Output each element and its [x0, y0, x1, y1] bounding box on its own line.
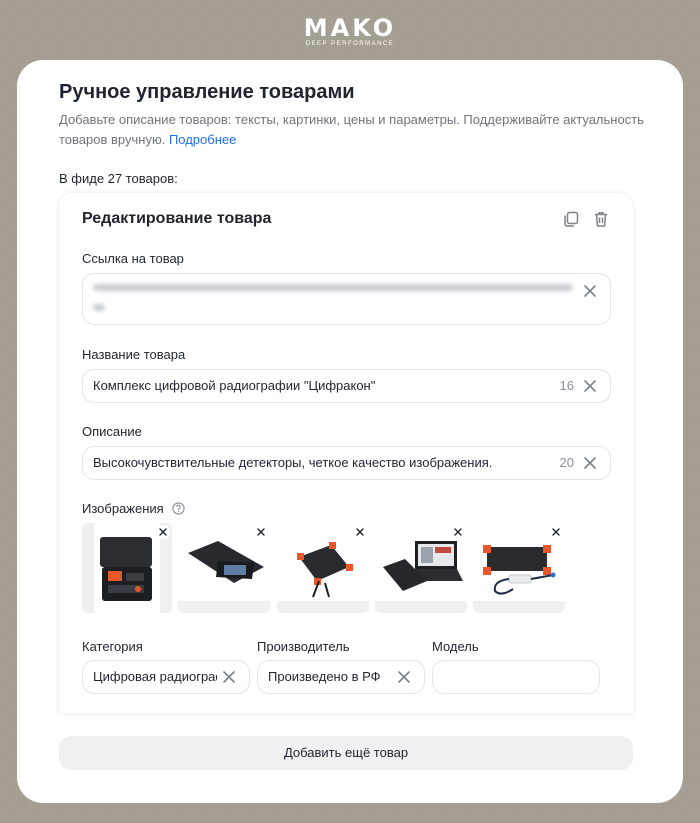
logo-tagline: DEEP PERFORMANCE — [305, 41, 395, 47]
name-value: Комплекс цифровой радиографии "Цифракон" — [93, 378, 376, 393]
clear-icon[interactable] — [221, 669, 237, 685]
image-thumbnail[interactable] — [277, 523, 369, 613]
name-label: Название товара — [82, 347, 186, 362]
page-subtitle: Добавьте описание товаров: тексты, карти… — [59, 110, 649, 150]
subtitle-text: Добавьте описание товаров: тексты, карти… — [59, 112, 644, 147]
clear-icon[interactable] — [582, 455, 598, 471]
clear-icon[interactable] — [396, 669, 412, 685]
manual-products-modal: Ручное управление товарами Добавьте опис… — [17, 60, 683, 803]
page-title: Ручное управление товарами — [59, 81, 355, 103]
name-field[interactable]: Комплекс цифровой радиографии "Цифракон"… — [82, 369, 611, 403]
category-label: Категория — [82, 639, 143, 654]
product-edit-card: Редактирование товара Ссылка на товар На… — [59, 193, 633, 713]
logo: MAKO DEEP PERFORMANCE — [0, 16, 700, 47]
card-actions — [561, 209, 611, 229]
category-field[interactable]: Цифровая радиография — [82, 660, 250, 694]
image-gallery — [82, 523, 602, 615]
maker-value: Произведено в РФ — [268, 669, 381, 684]
more-link[interactable]: Подробнее — [169, 132, 236, 147]
remove-image-icon[interactable] — [254, 525, 268, 539]
model-field[interactable] — [432, 660, 600, 694]
image-thumbnail[interactable] — [178, 523, 270, 613]
category-value: Цифровая радиография — [93, 669, 217, 684]
url-label: Ссылка на товар — [82, 251, 184, 266]
images-label-text: Изображения — [82, 501, 164, 516]
add-product-button[interactable]: Добавить ещё товар — [59, 736, 633, 770]
maker-label: Производитель — [257, 639, 350, 654]
url-field[interactable] — [82, 273, 611, 325]
card-title: Редактирование товара — [82, 210, 272, 227]
image-thumbnail[interactable] — [473, 523, 565, 613]
remove-image-icon[interactable] — [353, 525, 367, 539]
image-thumbnail[interactable] — [82, 523, 172, 613]
feed-count: В фиде 27 товаров: — [59, 171, 178, 186]
remove-image-icon[interactable] — [156, 525, 170, 539]
clear-icon[interactable] — [582, 378, 598, 394]
trash-icon[interactable] — [591, 209, 611, 229]
model-label: Модель — [432, 639, 479, 654]
remove-image-icon[interactable] — [451, 525, 465, 539]
description-value: Высокочувствительные детекторы, четкое к… — [93, 455, 493, 470]
maker-field[interactable]: Произведено в РФ — [257, 660, 425, 694]
url-blurred-line — [93, 304, 105, 311]
help-icon[interactable] — [172, 502, 185, 515]
description-field[interactable]: Высокочувствительные детекторы, четкое к… — [82, 446, 611, 480]
url-blurred-line — [93, 284, 573, 291]
description-counter: 20 — [559, 455, 574, 470]
description-label: Описание — [82, 424, 142, 439]
images-label: Изображения — [82, 501, 185, 516]
copy-icon[interactable] — [561, 209, 581, 229]
clear-icon[interactable] — [582, 283, 598, 299]
image-thumbnail[interactable] — [375, 523, 467, 613]
logo-brand: MAKO — [303, 14, 397, 42]
name-counter: 16 — [559, 378, 574, 393]
remove-image-icon[interactable] — [549, 525, 563, 539]
